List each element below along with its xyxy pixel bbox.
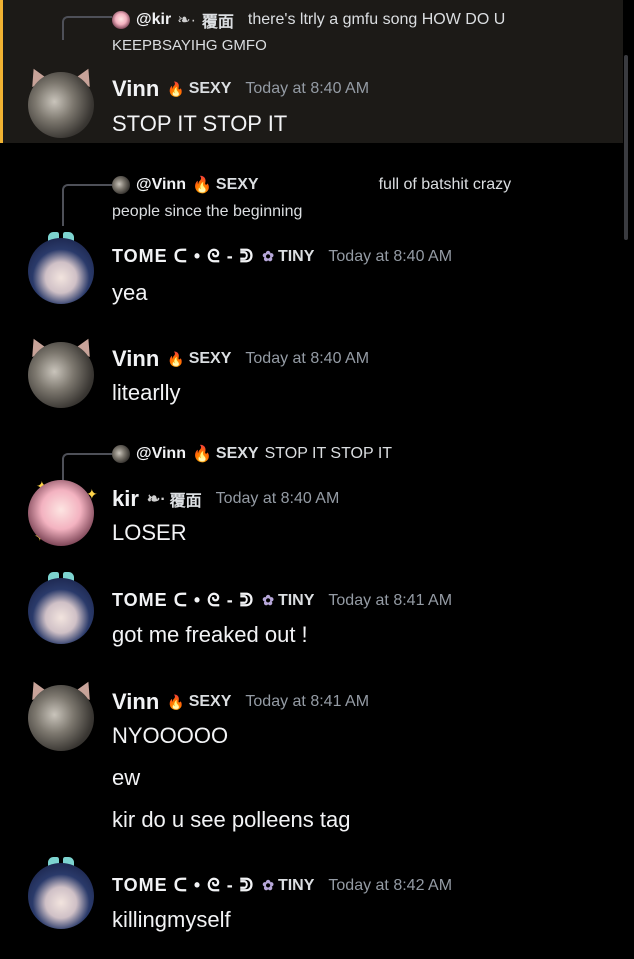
timestamp[interactable]: Today at 8:40 AM bbox=[245, 350, 369, 368]
timestamp[interactable]: Today at 8:41 AM bbox=[245, 693, 369, 711]
reply-avatar bbox=[112, 445, 130, 463]
reply-tag: 🔥 SEXY bbox=[192, 444, 259, 464]
reply-spine bbox=[62, 184, 112, 226]
flame-icon: 🔥 bbox=[167, 693, 185, 710]
reply-avatar bbox=[112, 11, 130, 29]
reply-tag-label: SEXY bbox=[215, 176, 259, 193]
role-tag-label: 覆面 bbox=[169, 493, 202, 510]
message[interactable]: TOME ᑕ • ᘓ - ᕲ ✿ TINY Today at 8:41 AM go… bbox=[0, 570, 620, 670]
flower-icon: ✿ bbox=[262, 592, 274, 608]
timestamp[interactable]: Today at 8:40 AM bbox=[216, 490, 340, 508]
author-name[interactable]: Vinn bbox=[112, 76, 159, 102]
leaf-icon: ❧· bbox=[146, 491, 166, 508]
author-name[interactable]: TOME ᑕ • ᘓ - ᕲ bbox=[112, 246, 254, 267]
flame-icon: 🔥 bbox=[167, 80, 185, 97]
reply-author[interactable]: @kir bbox=[136, 11, 171, 29]
reply-text-line2: people since the beginning bbox=[112, 203, 302, 221]
avatar[interactable] bbox=[28, 685, 94, 751]
reply-author[interactable]: @Vinn bbox=[136, 445, 186, 463]
flame-icon: 🔥 bbox=[167, 350, 185, 367]
reply-text: full of batshit crazy bbox=[378, 176, 512, 193]
author-name[interactable]: TOME ᑕ • ᘓ - ᕲ bbox=[112, 590, 254, 611]
message[interactable]: @Vinn 🔥 SEXY full of batshit crazy people… bbox=[0, 170, 620, 310]
avatar[interactable] bbox=[28, 72, 94, 138]
message[interactable]: @Vinn 🔥SEXY STOP IT STOP IT ✦ ✦ ✦ kir ❧·… bbox=[0, 440, 620, 555]
message[interactable]: Vinn 🔥 SEXY Today at 8:41 AM NYOOOOO ew k… bbox=[0, 675, 620, 845]
flame-icon: 🔥 bbox=[191, 446, 212, 463]
author-name-text: TOME bbox=[112, 246, 168, 266]
reply-text: STOP IT STOP IT bbox=[264, 445, 393, 462]
avatar[interactable] bbox=[28, 480, 94, 546]
message-content: LOSER bbox=[112, 520, 187, 545]
message-content: NYOOOOO bbox=[112, 723, 229, 748]
reply-preview[interactable]: @Vinn 🔥 SEXY STOP IT STOP IT bbox=[112, 444, 392, 464]
flame-icon: 🔥 bbox=[191, 177, 212, 194]
reply-preview[interactable]: @Vinn 🔥 SEXY full of batshit crazy bbox=[112, 175, 511, 195]
timestamp[interactable]: Today at 8:41 AM bbox=[328, 592, 452, 610]
reply-preview[interactable]: @kir ❧· 覆面 there's ltrly a gmfu song HOW… bbox=[112, 8, 505, 32]
reply-tag: 覆面 bbox=[201, 14, 234, 31]
timestamp[interactable]: Today at 8:42 AM bbox=[328, 877, 452, 895]
reply-text-line2: KEEPBSAYIHG GMFO bbox=[112, 37, 267, 54]
role-tag: ✿ TINY bbox=[262, 592, 314, 610]
role-tag: 🔥 SEXY bbox=[167, 80, 231, 98]
author-name-suffix: ᑕ • ᘓ - ᕲ bbox=[173, 246, 255, 266]
message[interactable]: @kir ❧· 覆面 there's ltrly a gmfu song HOW… bbox=[0, 0, 620, 143]
role-tag-label: TINY bbox=[277, 591, 315, 609]
author-name-suffix: ᑕ • ᘓ - ᕲ bbox=[173, 590, 255, 610]
flower-icon: ✿ bbox=[262, 877, 274, 893]
reply-author[interactable]: @Vinn bbox=[136, 176, 186, 194]
author-name-text: TOME bbox=[112, 590, 168, 610]
role-tag: 🔥 SEXY bbox=[167, 350, 231, 368]
message-content: STOP IT STOP IT bbox=[112, 111, 288, 136]
reply-spine bbox=[62, 16, 112, 40]
reply-tag-label: SEXY bbox=[215, 445, 259, 462]
author-name-suffix: ᑕ • ᘓ - ᕲ bbox=[173, 875, 255, 895]
role-tag: 🔥 SEXY bbox=[167, 693, 231, 711]
role-tag-label: TINY bbox=[277, 876, 315, 894]
role-tag: ❧· 覆面 bbox=[147, 487, 202, 511]
avatar[interactable] bbox=[28, 578, 94, 644]
author-name[interactable]: Vinn bbox=[112, 689, 159, 715]
scrollbar-thumb[interactable] bbox=[624, 55, 628, 240]
avatar[interactable] bbox=[28, 863, 94, 929]
timestamp[interactable]: Today at 8:40 AM bbox=[328, 248, 452, 266]
timestamp[interactable]: Today at 8:40 AM bbox=[245, 80, 369, 98]
message-content: yea bbox=[112, 280, 148, 305]
message-content: got me freaked out ! bbox=[112, 622, 308, 647]
avatar[interactable] bbox=[28, 342, 94, 408]
reply-text: there's ltrly a gmfu song HOW DO U bbox=[247, 11, 506, 28]
role-tag: ✿ TINY bbox=[262, 248, 314, 266]
reply-spine bbox=[62, 453, 112, 481]
message-content: litearlly bbox=[112, 380, 181, 405]
role-tag: ✿ TINY bbox=[262, 877, 314, 895]
reply-tag: 🔥 SEXY bbox=[192, 175, 259, 195]
message-content: kir do u see polleens tag bbox=[112, 807, 351, 832]
author-name[interactable]: TOME ᑕ • ᘓ - ᕲ bbox=[112, 875, 254, 896]
leaf-icon: ❧· bbox=[177, 12, 196, 29]
role-tag-label: SEXY bbox=[188, 350, 232, 367]
author-name-text: TOME bbox=[112, 875, 168, 895]
role-tag-label: TINY bbox=[277, 247, 315, 265]
role-tag-label: SEXY bbox=[188, 80, 232, 97]
author-name[interactable]: kir bbox=[112, 486, 139, 512]
author-name[interactable]: Vinn bbox=[112, 346, 159, 372]
avatar[interactable] bbox=[28, 238, 94, 304]
reply-text-continued: KEEPBSAYIHG GMFO bbox=[112, 37, 267, 54]
message[interactable]: Vinn 🔥 SEXY Today at 8:40 AM litearlly bbox=[0, 330, 620, 420]
role-tag-label: SEXY bbox=[188, 693, 232, 710]
message-content: killingmyself bbox=[112, 907, 231, 932]
message-content: ew bbox=[112, 765, 141, 790]
reply-text-continued: people since the beginning bbox=[112, 203, 303, 220]
message[interactable]: TOME ᑕ • ᘓ - ᕲ ✿ TINY Today at 8:42 AM ki… bbox=[0, 855, 620, 955]
reply-avatar bbox=[112, 176, 130, 194]
flower-icon: ✿ bbox=[262, 248, 274, 264]
